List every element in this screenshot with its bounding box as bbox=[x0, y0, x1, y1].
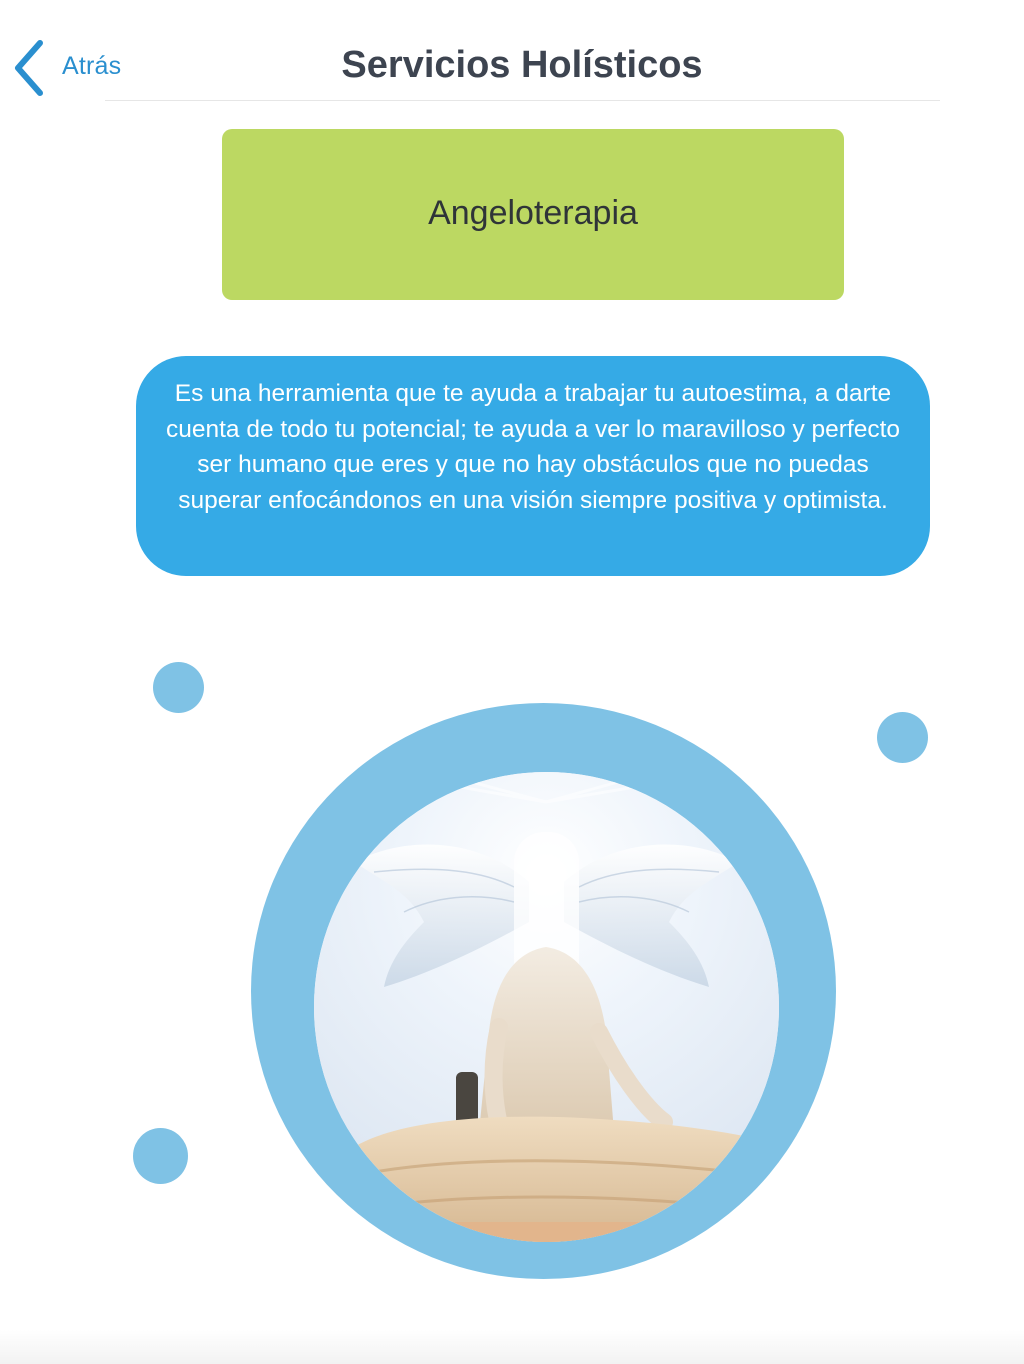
decorative-dot bbox=[877, 712, 928, 763]
chevron-left-icon bbox=[15, 40, 43, 96]
service-title-card: Angeloterapia bbox=[222, 129, 844, 300]
back-label: Atrás bbox=[62, 52, 122, 80]
bottom-strip bbox=[0, 1330, 1024, 1364]
decorative-dot bbox=[153, 662, 204, 713]
description-bubble: Es una herramienta que te ayuda a trabaj… bbox=[136, 356, 930, 576]
service-name: Angeloterapia bbox=[428, 194, 638, 232]
page-title: Servicios Holísticos bbox=[341, 44, 703, 86]
back-button[interactable]: Atrás bbox=[12, 38, 121, 98]
decorative-dot bbox=[133, 1128, 188, 1184]
nav-bar: Atrás Servicios Holísticos bbox=[0, 0, 1024, 102]
service-image bbox=[314, 772, 779, 1242]
angel-therapy-illustration bbox=[314, 772, 779, 1242]
nav-divider bbox=[105, 100, 940, 101]
service-description: Es una herramienta que te ayuda a trabaj… bbox=[165, 380, 901, 514]
screen: Atrás Servicios Holísticos Angeloterapia… bbox=[0, 0, 1024, 1364]
